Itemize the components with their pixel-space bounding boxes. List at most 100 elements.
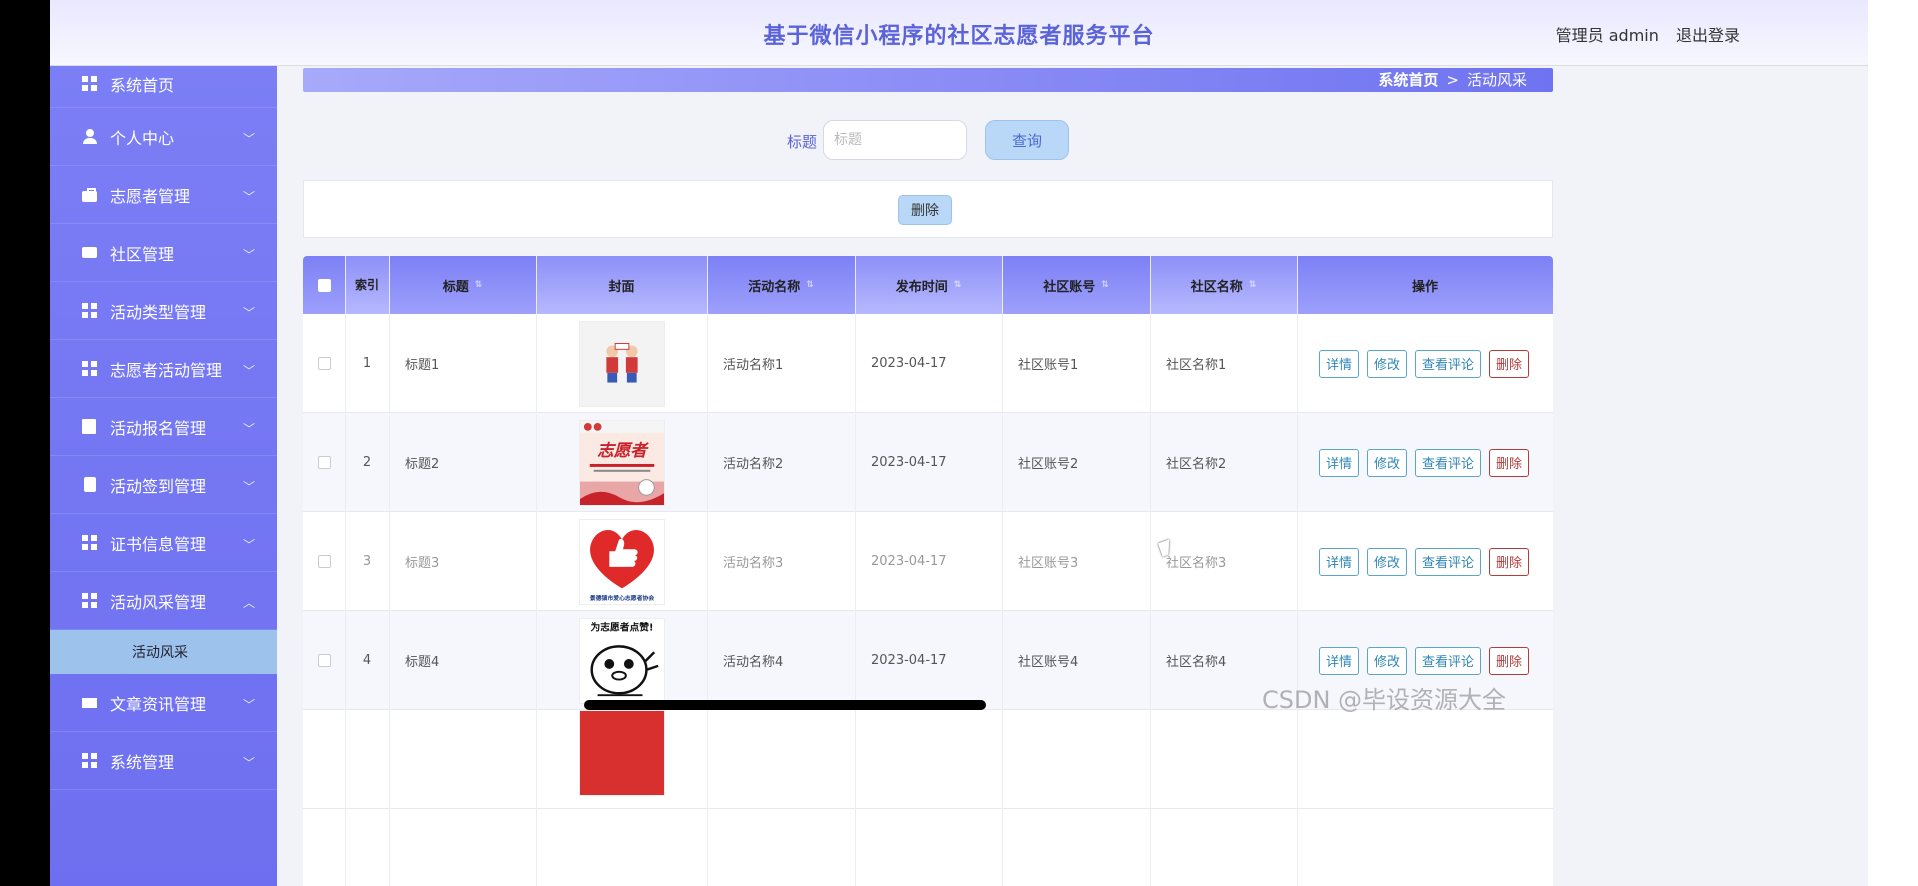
cell-cover: 景德镇市爱心志愿者协会 — [536, 512, 707, 611]
edit-button[interactable]: 修改 — [1367, 448, 1408, 477]
cell-activity-name: 活动名称2 — [723, 457, 784, 472]
chevron-down-icon: ﹀ — [242, 306, 255, 320]
col-title[interactable]: 标题 ⇅ — [389, 256, 536, 314]
row-checkbox[interactable] — [317, 357, 331, 370]
chevron-up-icon: ︿ — [242, 596, 255, 610]
row-checkbox[interactable] — [317, 555, 331, 568]
action-bar: 删除 — [303, 180, 1553, 238]
cell-community-account: 社区账号3 — [1018, 556, 1079, 571]
sidebar-item-articles[interactable]: 文章资讯管理 ﹀ — [50, 674, 277, 732]
book-icon — [82, 419, 98, 435]
sidebar-item-checkins[interactable]: 活动签到管理 ﹀ — [50, 456, 277, 514]
logout-link[interactable]: 退出登录 — [1676, 26, 1740, 45]
table-row: 1 标题1 活动名称1 2023-04-17 社区账号1 社区名称1 详情 修改… — [303, 314, 1553, 413]
sort-icon: ⇅ — [806, 280, 814, 290]
user-area: 管理员 admin 退出登录 — [1556, 22, 1740, 46]
delete-button[interactable]: 删除 — [1489, 448, 1530, 477]
cell-publish-time: 2023-04-17 — [871, 653, 947, 668]
cell-publish-time: 2023-04-17 — [871, 455, 947, 470]
user-icon — [82, 128, 98, 145]
sidebar-subitem-activity-showcase[interactable]: 活动风采 — [50, 630, 277, 674]
edit-button[interactable]: 修改 — [1367, 349, 1408, 378]
column-divider — [389, 256, 390, 886]
view-comments-button[interactable]: 查看评论 — [1415, 547, 1482, 576]
chat-icon — [82, 245, 98, 261]
cell-community-name: 社区名称3 — [1166, 556, 1227, 571]
sidebar-item-certificates[interactable]: 证书信息管理 ﹀ — [50, 514, 277, 572]
breadcrumb-home[interactable]: 系统首页 — [1378, 71, 1438, 89]
sidebar-item-community[interactable]: 社区管理 ﹀ — [50, 224, 277, 282]
cell-activity-name: 活动名称3 — [723, 556, 784, 571]
cell-cover: 志愿者 — [536, 413, 707, 512]
cell-title: 标题1 — [405, 358, 440, 373]
screen-edge — [1868, 0, 1918, 886]
sidebar-item-label: 文章资讯管理 — [110, 694, 207, 714]
delete-button[interactable]: 删除 — [1489, 349, 1530, 378]
breadcrumb-current: 活动风采 — [1466, 71, 1527, 89]
top-header: 基于微信小程序的社区志愿者服务平台 管理员 admin 退出登录 — [50, 0, 1868, 66]
delete-button[interactable]: 删除 — [1489, 547, 1530, 576]
chevron-down-icon: ﹀ — [242, 190, 255, 204]
cell-activity-name: 活动名称4 — [723, 655, 784, 670]
sidebar-item-home[interactable]: 系统首页 — [50, 60, 277, 108]
cover-image[interactable]: 为志愿者点赞! — [578, 617, 665, 704]
sidebar-item-activity-types[interactable]: 活动类型管理 ﹀ — [50, 282, 277, 340]
cell-activity-name: 活动名称1 — [723, 358, 784, 373]
detail-button[interactable]: 详情 — [1319, 349, 1360, 378]
sidebar-item-label: 证书信息管理 — [110, 534, 207, 554]
cell-title: 标题3 — [405, 556, 440, 571]
cover-image[interactable] — [578, 320, 665, 407]
detail-button[interactable]: 详情 — [1319, 646, 1360, 675]
cover-poster-text: 志愿者 — [597, 440, 649, 460]
cell-community-name: 社区名称1 — [1166, 358, 1227, 373]
home-indicator[interactable] — [584, 700, 986, 710]
row-checkbox[interactable] — [317, 654, 331, 667]
row-checkbox[interactable] — [317, 456, 331, 469]
sort-icon: ⇅ — [474, 280, 483, 290]
cell-index: 1 — [362, 356, 372, 371]
cell-publish-time: 2023-04-17 — [871, 356, 947, 371]
chevron-down-icon: ﹀ — [242, 364, 255, 378]
cell-operations: 详情 修改 查看评论 删除 — [1297, 512, 1553, 611]
sidebar-item-label: 系统管理 — [110, 752, 175, 772]
view-comments-button[interactable]: 查看评论 — [1415, 349, 1482, 378]
view-comments-button[interactable]: 查看评论 — [1415, 646, 1482, 675]
chevron-down-icon: ﹀ — [242, 132, 255, 146]
edit-button[interactable]: 修改 — [1367, 646, 1408, 675]
sidebar-item-profile[interactable]: 个人中心 ﹀ — [50, 108, 277, 166]
row-select-cell — [303, 314, 345, 413]
delete-button[interactable]: 删除 — [1489, 646, 1530, 675]
sidebar-item-label: 个人中心 — [110, 128, 175, 148]
sidebar-item-activity-showcase[interactable]: 活动风采管理 ︿ — [50, 572, 277, 630]
batch-delete-button[interactable]: 删除 — [898, 195, 952, 225]
search-input[interactable] — [823, 120, 967, 160]
sort-icon: ⇅ — [953, 280, 962, 290]
query-button[interactable]: 查询 — [985, 120, 1069, 160]
col-community-name-label: 社区名称 — [1190, 279, 1243, 295]
edit-button[interactable]: 修改 — [1367, 547, 1408, 576]
col-activity-name[interactable]: 活动名称 ⇅ — [707, 256, 855, 314]
breadcrumb-separator: > — [1446, 71, 1459, 89]
column-divider — [707, 256, 708, 886]
cover-image[interactable]: 景德镇市爱心志愿者协会 — [578, 518, 665, 605]
sidebar-item-system[interactable]: 系统管理 ﹀ — [50, 732, 277, 790]
cell-community-account: 社区账号4 — [1018, 655, 1079, 670]
sidebar-item-volunteer-activities[interactable]: 志愿者活动管理 ﹀ — [50, 340, 277, 398]
col-community-name[interactable]: 社区名称 ⇅ — [1150, 256, 1297, 314]
column-divider — [855, 256, 856, 886]
cover-image[interactable] — [578, 710, 665, 796]
grid-icon — [82, 302, 98, 319]
sidebar-item-registrations[interactable]: 活动报名管理 ﹀ — [50, 398, 277, 456]
select-all-checkbox[interactable] — [317, 278, 331, 292]
cover-logo-text: 景德镇市爱心志愿者协会 — [588, 594, 654, 602]
search-label: 标题 — [787, 133, 818, 151]
detail-button[interactable]: 详情 — [1319, 547, 1360, 576]
cover-image[interactable]: 志愿者 — [578, 419, 665, 506]
detail-button[interactable]: 详情 — [1319, 448, 1360, 477]
view-comments-button[interactable]: 查看评论 — [1415, 448, 1482, 477]
col-publish-time[interactable]: 发布时间 ⇅ — [855, 256, 1002, 314]
col-community-account[interactable]: 社区账号 ⇅ — [1002, 256, 1150, 314]
sidebar: 系统首页 个人中心 ﹀ 志愿者管理 ﹀ 社区管理 ﹀ 活动类型管理 ﹀ 志愿者活… — [50, 66, 277, 886]
cell-index: 4 — [362, 653, 372, 668]
sidebar-item-volunteers[interactable]: 志愿者管理 ﹀ — [50, 166, 277, 224]
